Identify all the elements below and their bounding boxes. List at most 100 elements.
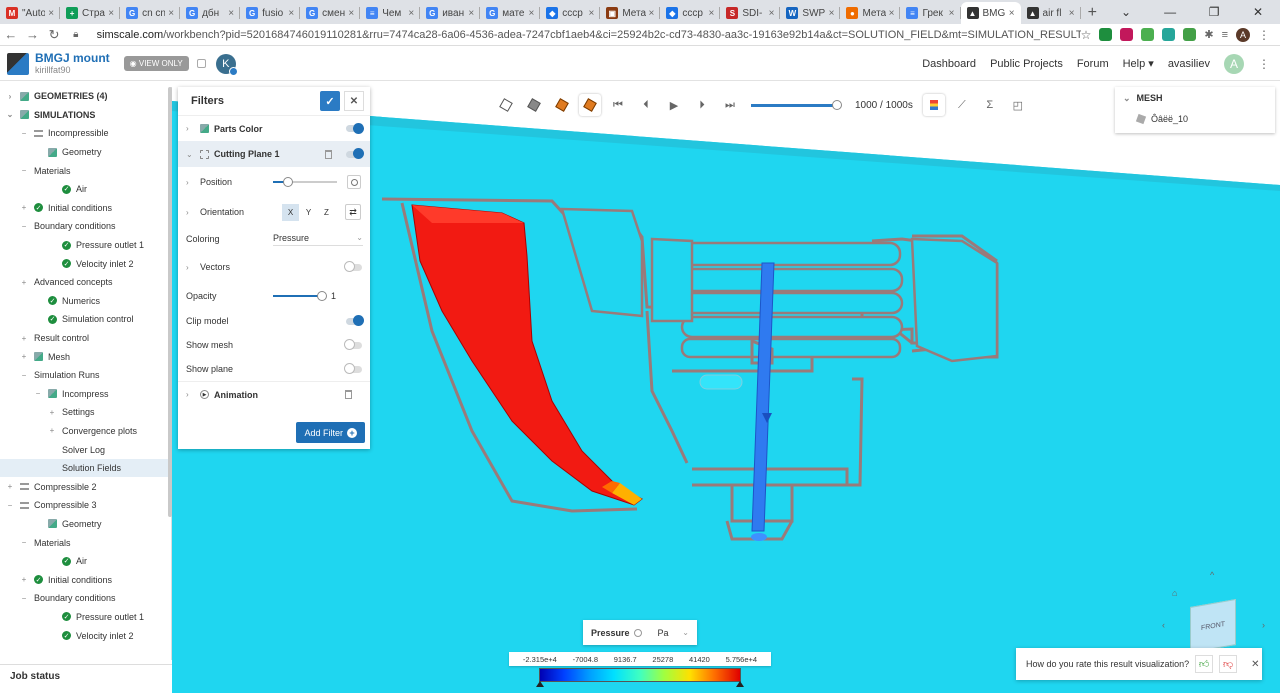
chevron-right-icon[interactable]: › bbox=[186, 178, 200, 187]
expand-icon[interactable]: + bbox=[48, 426, 56, 435]
play-icon[interactable]: ▶ bbox=[663, 94, 685, 116]
tab-close-icon[interactable]: × bbox=[408, 8, 414, 19]
browser-tab[interactable]: + Стра × bbox=[60, 2, 121, 24]
add-filter-button[interactable]: Add Filter + bbox=[296, 422, 365, 443]
navigation-cube[interactable]: FRONT bbox=[1190, 598, 1236, 654]
project-name[interactable]: BMGJ mount bbox=[35, 52, 110, 64]
tree-item[interactable]: ⌄ SIMULATIONS bbox=[0, 106, 171, 125]
user-avatar[interactable]: A bbox=[1224, 53, 1244, 74]
collapse-icon[interactable]: ⌄ bbox=[6, 110, 14, 119]
parts-color-row[interactable]: › Parts Color bbox=[178, 115, 370, 141]
sigma-icon[interactable]: Σ bbox=[979, 94, 1001, 116]
reload-icon[interactable]: ↻ bbox=[43, 27, 65, 43]
skip-forward-icon[interactable]: ⏭ bbox=[719, 94, 741, 116]
mesh-item[interactable]: Ôâëë_10 bbox=[1115, 109, 1275, 129]
axis-y-button[interactable]: Y bbox=[300, 204, 317, 221]
browser-tab[interactable]: ≡ Чем × bbox=[360, 2, 421, 24]
vectors-row[interactable]: › Vectors bbox=[178, 251, 370, 283]
thumbs-down-icon[interactable]: 👎︎ bbox=[1219, 655, 1238, 673]
wireframe-cube-icon[interactable] bbox=[495, 94, 517, 116]
tree-item[interactable]: Solver Log bbox=[0, 440, 171, 459]
star-icon[interactable]: ☆ bbox=[1081, 28, 1092, 42]
mesh-header[interactable]: ⌄ MESH bbox=[1115, 87, 1275, 109]
legend-quantity-select[interactable]: Pressure Pa ⌄ bbox=[583, 620, 697, 645]
browser-tab[interactable]: ● Мета × bbox=[840, 2, 901, 24]
window-close-icon[interactable]: ✕ bbox=[1236, 5, 1280, 19]
browser-tab[interactable]: S SDI- × bbox=[720, 2, 781, 24]
tree-item[interactable]: ✓ Velocity inlet 2 bbox=[0, 254, 171, 273]
collapse-icon[interactable]: − bbox=[20, 594, 28, 603]
collapse-icon[interactable]: − bbox=[20, 129, 28, 138]
info-icon[interactable] bbox=[633, 628, 642, 637]
tree-item[interactable]: + Advanced concepts bbox=[0, 273, 171, 292]
nav-help[interactable]: Help ▾ bbox=[1123, 57, 1154, 70]
nav-forum[interactable]: Forum bbox=[1077, 58, 1109, 70]
close-icon[interactable]: ✕ bbox=[1251, 659, 1259, 670]
tab-close-icon[interactable]: × bbox=[649, 8, 655, 19]
collapse-icon[interactable]: − bbox=[34, 389, 42, 398]
tree-item[interactable]: ✓ Simulation control bbox=[0, 310, 171, 329]
range-max-handle[interactable] bbox=[736, 681, 744, 687]
trash-icon[interactable] bbox=[325, 149, 332, 159]
browser-tab[interactable]: ▲ air fl × bbox=[1021, 2, 1081, 24]
tab-close-icon[interactable]: × bbox=[288, 8, 294, 19]
collapse-icon[interactable]: › bbox=[6, 92, 14, 101]
minimize-icon[interactable]: — bbox=[1148, 5, 1192, 19]
browser-tab[interactable]: W SWP × bbox=[780, 2, 841, 24]
opacity-slider[interactable] bbox=[273, 291, 327, 301]
tree-item[interactable]: Geometry bbox=[0, 515, 171, 534]
legend-icon[interactable] bbox=[922, 94, 945, 116]
browser-tab[interactable]: ◆ cccp × bbox=[540, 2, 601, 24]
solid-cube-icon[interactable] bbox=[523, 94, 545, 116]
chevron-right-icon[interactable]: › bbox=[186, 124, 200, 133]
tree-item[interactable]: + Mesh bbox=[0, 347, 171, 366]
collapse-icon[interactable]: − bbox=[20, 166, 28, 175]
tree-item[interactable]: + Result control bbox=[0, 329, 171, 348]
position-slider[interactable] bbox=[273, 177, 337, 187]
parts-color-toggle[interactable] bbox=[346, 122, 364, 134]
tab-close-icon[interactable]: × bbox=[889, 8, 895, 19]
browser-tab[interactable]: ◆ cccp × bbox=[660, 2, 721, 24]
browser-tab[interactable]: M "Auto × bbox=[0, 2, 61, 24]
show-mesh-toggle[interactable] bbox=[344, 339, 362, 350]
tab-close-icon[interactable]: × bbox=[1009, 8, 1015, 19]
chevron-right-icon[interactable]: › bbox=[186, 208, 200, 217]
tab-close-icon[interactable]: × bbox=[48, 8, 54, 19]
tree-item[interactable]: − Materials bbox=[0, 161, 171, 180]
expand-icon[interactable]: + bbox=[48, 408, 56, 417]
puzzle-icon[interactable]: ✱ bbox=[1204, 28, 1213, 41]
collapse-icon[interactable]: − bbox=[20, 371, 28, 380]
tree-item[interactable]: − Materials bbox=[0, 533, 171, 552]
tab-close-icon[interactable]: × bbox=[528, 8, 534, 19]
expand-icon[interactable]: + bbox=[20, 203, 28, 212]
tree-item[interactable]: + ✓ Initial conditions bbox=[0, 199, 171, 218]
time-slider[interactable] bbox=[751, 99, 842, 110]
simscale-logo[interactable] bbox=[7, 52, 29, 75]
extension-icon[interactable] bbox=[1099, 28, 1113, 41]
tree-item[interactable]: Solution Fields bbox=[0, 458, 171, 478]
tree-item[interactable]: + Settings bbox=[0, 403, 171, 422]
extension-icon[interactable] bbox=[1141, 28, 1155, 41]
new-tab-button[interactable]: + bbox=[1081, 2, 1105, 24]
browser-tab[interactable]: Gcn cn × bbox=[120, 2, 181, 24]
step-forward-icon[interactable]: ⏵ bbox=[691, 94, 713, 116]
extension-icon[interactable] bbox=[1183, 28, 1197, 41]
tab-close-icon[interactable]: × bbox=[228, 8, 234, 19]
range-min-handle[interactable] bbox=[536, 681, 544, 687]
thumbs-up-icon[interactable]: 👍︎ bbox=[1195, 655, 1214, 673]
nav-username[interactable]: avasiliev bbox=[1168, 58, 1210, 70]
extension-icon[interactable] bbox=[1162, 28, 1176, 41]
chevron-down-icon[interactable]: ⌄ bbox=[186, 150, 200, 159]
colored-cube-icon[interactable] bbox=[551, 94, 573, 116]
tab-close-icon[interactable]: × bbox=[829, 8, 835, 19]
tree-item[interactable]: › GEOMETRIES (4) bbox=[0, 87, 171, 106]
confirm-button[interactable]: ✓ bbox=[320, 91, 340, 111]
coloring-select[interactable]: Pressure ⌄ bbox=[273, 233, 363, 246]
tab-close-icon[interactable]: × bbox=[769, 8, 775, 19]
animation-row[interactable]: › ▶ Animation bbox=[178, 381, 370, 407]
browser-tab[interactable]: Gдбн × bbox=[180, 2, 241, 24]
step-back-icon[interactable]: ⏴ bbox=[635, 94, 657, 116]
rotate-right-icon[interactable]: › bbox=[1262, 620, 1265, 630]
lock-icon[interactable]: 🔒︎ bbox=[65, 29, 87, 40]
camera-reset-icon[interactable]: ⌂ bbox=[1172, 588, 1177, 598]
